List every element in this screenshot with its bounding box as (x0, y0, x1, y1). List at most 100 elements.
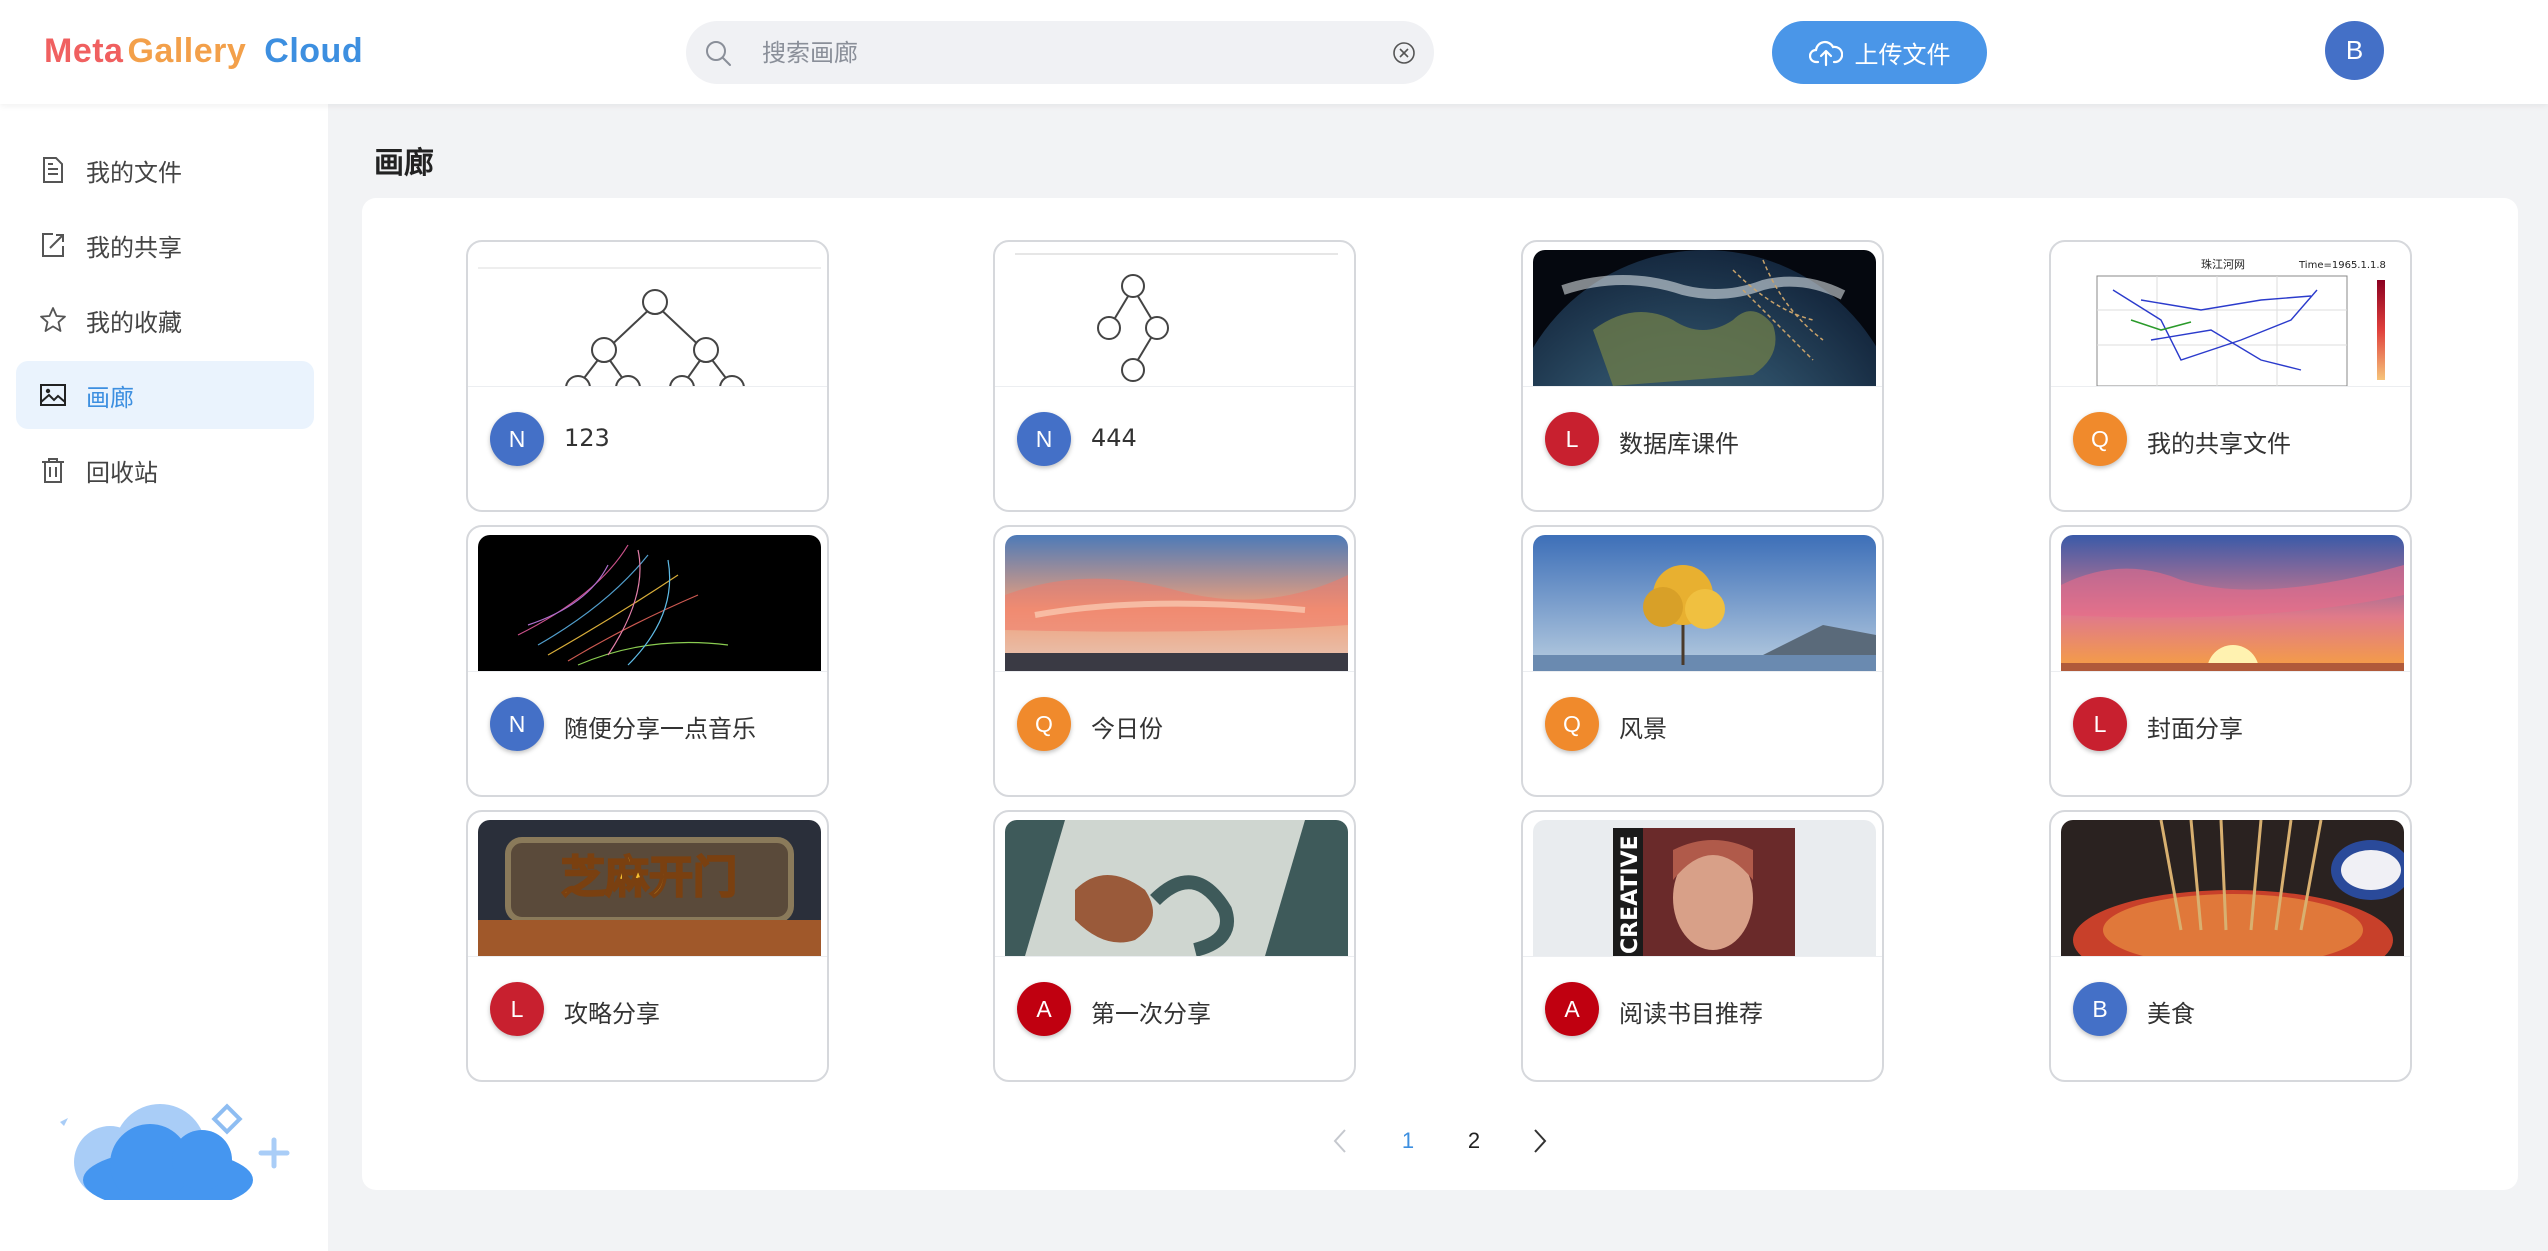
sidebar-item-my-shares[interactable]: 我的共享 (16, 211, 314, 279)
gallery-card[interactable]: 珠江河网 Time=1965.1.1.8 Q 我的共享文件 (2049, 240, 2412, 512)
card-divider (468, 386, 827, 387)
trash-icon (38, 455, 68, 485)
card-title: 随便分享一点音乐 (564, 715, 756, 743)
gallery-card[interactable]: N 随便分享一点音乐 (466, 525, 829, 797)
food-skewers-thumb (2061, 820, 2404, 956)
card-thumbnail (1005, 250, 1348, 386)
binary-tree-thumb (478, 250, 821, 386)
card-avatar: N (490, 412, 544, 466)
user-avatar[interactable]: B (2325, 21, 2384, 80)
card-thumbnail (1005, 535, 1348, 671)
river-network-chart-thumb: 珠江河网 Time=1965.1.1.8 (2061, 250, 2404, 386)
logo-gallery: Gallery (127, 32, 247, 70)
card-avatar: Q (2073, 412, 2127, 466)
upload-file-button[interactable]: 上传文件 (1772, 21, 1987, 84)
sunset-sky-thumb (2061, 535, 2404, 671)
particle-art-thumb (478, 535, 821, 671)
chevron-right-icon (1534, 1129, 1547, 1153)
card-title: 阅读书目推荐 (1619, 1000, 1763, 1028)
gallery-card[interactable]: N 444 (993, 240, 1356, 512)
card-thumbnail: 珠江河网 Time=1965.1.1.8 (2061, 250, 2404, 386)
prev-page-button[interactable] (1322, 1121, 1358, 1161)
card-divider (468, 671, 827, 672)
card-title: 封面分享 (2147, 715, 2243, 743)
card-thumbnail: 芝麻开门 (478, 820, 821, 956)
earth-globe-thumb (1533, 250, 1876, 386)
page-1-button[interactable]: 1 (1390, 1121, 1426, 1161)
card-avatar: A (1017, 982, 1071, 1036)
cloud-upload-icon (1808, 40, 1843, 66)
gallery-card[interactable]: Q 今日份 (993, 525, 1356, 797)
page-title: 画廊 (374, 146, 434, 181)
logo-cloud: Cloud (264, 32, 364, 70)
sidebar-item-my-favorites[interactable]: 我的收藏 (16, 286, 314, 354)
card-divider (2051, 956, 2410, 957)
next-page-button[interactable] (1522, 1121, 1558, 1161)
sidebar: 我的文件 我的共享 我的收藏 画廊 回收站 (0, 104, 328, 1251)
card-thumbnail (1533, 250, 1876, 386)
sunset-clouds-thumb (1005, 535, 1348, 671)
card-divider (995, 956, 1354, 957)
image-icon (38, 380, 68, 410)
logo-meta: Meta (44, 32, 124, 70)
app-logo[interactable]: Meta Gallery Cloud (44, 32, 363, 71)
sidebar-item-label: 我的收藏 (86, 308, 182, 337)
card-thumbnail (478, 250, 821, 386)
gallery-card[interactable]: Q 风景 (1521, 525, 1884, 797)
card-thumbnail (2061, 820, 2404, 956)
gallery-card[interactable]: B 美食 (2049, 810, 2412, 1082)
sidebar-item-gallery[interactable]: 画廊 (16, 361, 314, 429)
card-avatar: A (1545, 982, 1599, 1036)
search-input[interactable] (762, 31, 1342, 75)
top-header: MetaGallery Cloud 上传文件 B (0, 0, 2548, 104)
card-thumbnail (478, 535, 821, 671)
card-avatar: L (2073, 697, 2127, 751)
sidebar-item-label: 回收站 (86, 458, 158, 487)
card-divider (468, 956, 827, 957)
card-avatar: Q (1545, 697, 1599, 751)
card-divider (2051, 671, 2410, 672)
sidebar-item-my-files[interactable]: 我的文件 (16, 136, 314, 204)
card-divider (1523, 386, 1882, 387)
gallery-card[interactable]: L 数据库课件 (1521, 240, 1884, 512)
gallery-card[interactable]: A 第一次分享 (993, 810, 1356, 1082)
card-title: 今日份 (1091, 715, 1163, 743)
card-divider (2051, 386, 2410, 387)
sidebar-item-label: 画廊 (86, 383, 134, 412)
card-divider (1523, 956, 1882, 957)
page-2-button[interactable]: 2 (1456, 1121, 1492, 1161)
card-avatar: L (1545, 412, 1599, 466)
search-icon (706, 41, 731, 66)
card-divider (995, 671, 1354, 672)
card-thumbnail (2061, 535, 2404, 671)
share-icon (38, 230, 68, 260)
star-icon (38, 305, 68, 335)
document-icon (38, 155, 68, 185)
card-title: 123 (564, 424, 610, 452)
tree-diagram-thumb (1005, 250, 1348, 386)
card-thumbnail: CREATIVE (1533, 820, 1876, 956)
sidebar-item-label: 我的共享 (86, 233, 182, 262)
gallery-card[interactable]: L 封面分享 (2049, 525, 2412, 797)
clear-icon[interactable] (1392, 41, 1416, 65)
book-cover-thumb (1005, 820, 1348, 956)
card-avatar: B (2073, 982, 2127, 1036)
card-avatar: Q (1017, 697, 1071, 751)
cloud-illustration (60, 1103, 290, 1200)
card-avatar: L (490, 982, 544, 1036)
lone-tree-lake-thumb (1533, 535, 1876, 671)
card-title: 风景 (1619, 715, 1667, 743)
card-divider (1523, 671, 1882, 672)
chevron-left-icon (1333, 1129, 1346, 1153)
card-avatar: N (490, 697, 544, 751)
card-divider (995, 386, 1354, 387)
chart-thumb-title: 珠江河网 (2201, 257, 2245, 271)
game-banner-text: 芝麻开门 (561, 852, 737, 903)
card-title: 攻略分享 (564, 1000, 660, 1028)
magazine-text: CREATIVE (1618, 835, 1643, 954)
sidebar-item-recycle-bin[interactable]: 回收站 (16, 436, 314, 504)
gallery-card[interactable]: CREATIVE A 阅读书目推荐 (1521, 810, 1884, 1082)
magazine-cover-thumb: CREATIVE (1533, 820, 1876, 956)
gallery-card[interactable]: N 123 (466, 240, 829, 512)
gallery-card[interactable]: 芝麻开门 L 攻略分享 (466, 810, 829, 1082)
